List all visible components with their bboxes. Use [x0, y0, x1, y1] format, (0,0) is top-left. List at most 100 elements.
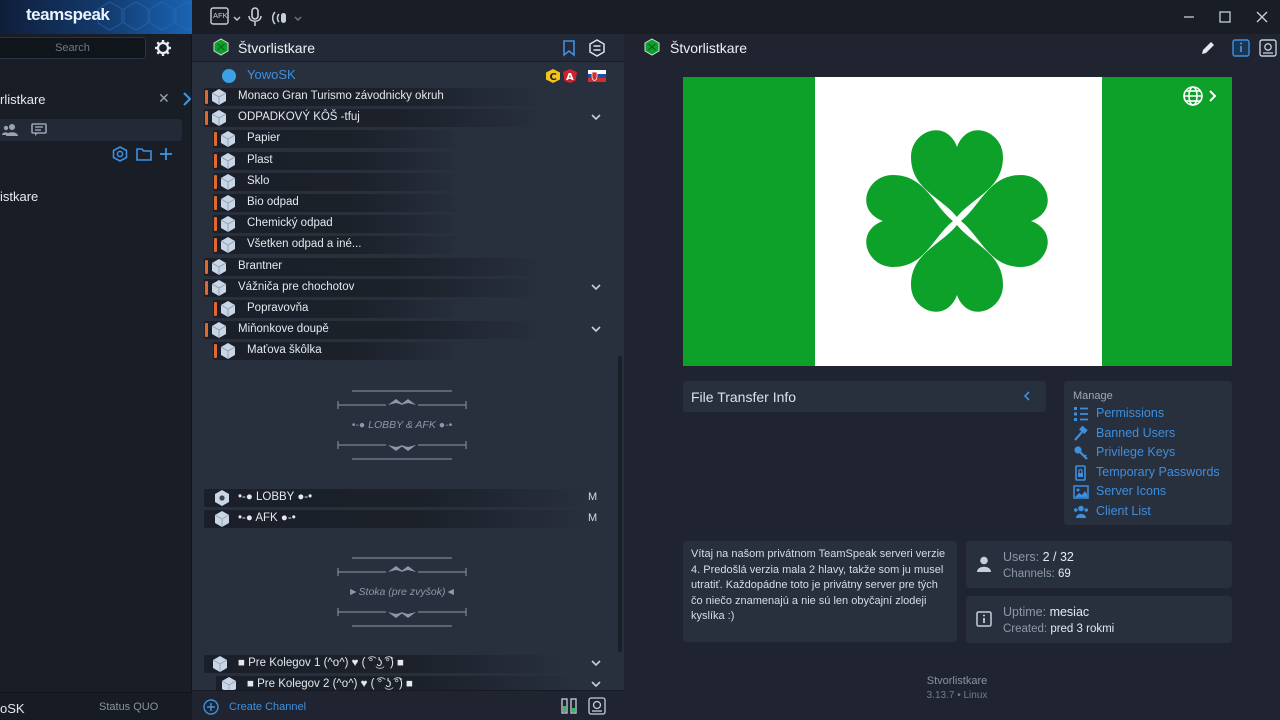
channel-row[interactable]: Plast	[204, 151, 616, 171]
server-tab[interactable]: rlistkare ✕	[0, 88, 180, 112]
spacer-lobby-afk[interactable]: •-● LOBBY & AFK ●-•	[332, 419, 472, 431]
users-stats: Users: 2 / 32 Channels: 69	[966, 541, 1232, 588]
tree-scrollbar[interactable]	[618, 356, 622, 652]
channel-row[interactable]: Maťova škôlka	[204, 341, 616, 361]
channel-row[interactable]: Všetken odpad a iné...	[204, 235, 616, 255]
image-icon	[1073, 485, 1089, 499]
svg-text:A: A	[566, 72, 574, 83]
channel-marker	[205, 111, 208, 126]
channel-icon	[211, 322, 227, 339]
spacer-stoka[interactable]: ►Stoka (pre zvyšok)◄	[332, 586, 472, 598]
server-menu-icon[interactable]	[588, 39, 606, 57]
transfer-icon[interactable]	[560, 697, 578, 715]
speaker-button[interactable]	[272, 6, 306, 28]
channel-afk[interactable]: •-● AFK ●-• M	[204, 509, 616, 529]
channel-lobby[interactable]: •-● LOBBY ●-• M	[204, 488, 616, 508]
channel-label: Brantner	[238, 259, 283, 272]
collapse-arrow-icon[interactable]	[183, 92, 191, 106]
channel-marker	[214, 174, 217, 189]
manage-privilege-keys[interactable]: Privilege Keys	[1073, 444, 1231, 462]
channel-colleagues-1[interactable]: ■ Pre Kolegov 1 (^o^) ♥ ( ͡° ͜ʖ ͡°) ■	[204, 654, 616, 674]
server-banner[interactable]	[683, 77, 1232, 366]
chevron-down-icon[interactable]	[590, 678, 602, 690]
server-icon	[644, 38, 660, 56]
bookmark-item[interactable]: istkare	[0, 189, 38, 204]
settings-button[interactable]	[152, 38, 174, 58]
close-tab-button[interactable]: ✕	[158, 90, 170, 107]
channel-icon	[220, 216, 236, 233]
own-nickname[interactable]: oSK	[0, 701, 25, 716]
manage-permissions[interactable]: Permissions	[1073, 405, 1231, 423]
chevron-down-icon[interactable]	[590, 111, 602, 123]
channel-icon	[211, 279, 227, 296]
created-value: pred 3 rokmi	[1050, 623, 1115, 635]
channel-tree: YowoSK C A Monaco Gran Turismo závodnick…	[192, 62, 624, 690]
uptime-key: Uptime:	[1003, 605, 1047, 619]
gear-icon	[155, 40, 171, 56]
window-controls	[1172, 6, 1280, 28]
channel-colleagues-2[interactable]: ■ Pre Kolegov 2 (^o^) ♥ ( ͡° ͜ʖ ͡°) ■	[204, 675, 616, 690]
server-view-icon[interactable]	[1258, 38, 1278, 58]
folder-icon[interactable]	[136, 146, 152, 162]
server-icon[interactable]	[112, 146, 128, 162]
client-status-icon	[222, 69, 236, 83]
manage-banned-users[interactable]: Banned Users	[1073, 425, 1231, 443]
channel-info-icon[interactable]	[588, 697, 606, 715]
channel-marker	[214, 344, 217, 359]
manage-temporary-passwords[interactable]: Temporary Passwords	[1073, 464, 1231, 482]
footer-server-name: Stvorlistkare	[926, 675, 988, 687]
microphone-icon	[248, 7, 262, 26]
channel-row[interactable]: Sklo	[204, 172, 616, 192]
status-text[interactable]: Status QUO	[99, 701, 158, 713]
server-tab-label: rlistkare	[0, 92, 46, 107]
channel-icon	[211, 258, 227, 275]
afk-button[interactable]: AFK	[210, 6, 242, 28]
file-transfer-info[interactable]: File Transfer Info	[683, 381, 1046, 412]
channel-label: ODPADKOVÝ KÔŠ -tfuj	[238, 111, 360, 124]
tree-server-name[interactable]: Štvorlistkare	[238, 40, 315, 56]
chevron-down-icon[interactable]	[590, 657, 602, 669]
client-row[interactable]: YowoSK C A	[204, 66, 616, 86]
channel-icon	[220, 195, 236, 211]
channel-row[interactable]: Brantner	[204, 257, 616, 277]
manage-server-icons[interactable]: Server Icons	[1073, 483, 1231, 501]
manage-label: Client List	[1096, 504, 1151, 518]
created-key: Created:	[1003, 623, 1048, 635]
channel-row[interactable]: Popravovňa	[204, 299, 616, 319]
user-icon	[977, 556, 991, 572]
channel-marker	[205, 323, 208, 338]
tab-icons-bar	[0, 119, 182, 141]
chat-icon[interactable]	[31, 122, 47, 138]
channel-row[interactable]: Bio odpad	[204, 193, 616, 213]
close-window-icon[interactable]	[1253, 8, 1271, 26]
channel-label: Miňonkove doupě	[238, 323, 329, 336]
chevron-left-icon[interactable]	[1021, 390, 1033, 402]
manage-client-list[interactable]: Client List	[1073, 503, 1231, 521]
users-value: 2 / 32	[1042, 550, 1074, 564]
badge-c-icon: C	[546, 69, 560, 83]
channel-row[interactable]: ODPADKOVÝ KÔŠ -tfuj	[204, 108, 616, 128]
search-input[interactable]: Search	[0, 37, 146, 59]
add-icon[interactable]	[158, 146, 174, 162]
channel-row[interactable]: Miňonkove doupě	[204, 320, 616, 340]
info-toggle-icon[interactable]	[1231, 38, 1251, 58]
chevron-down-icon[interactable]	[590, 323, 602, 335]
minimize-icon[interactable]	[1180, 8, 1198, 26]
create-channel-button[interactable]: Create Channel	[229, 701, 306, 713]
badge-a-icon: A	[563, 69, 577, 83]
manage-label: Banned Users	[1096, 426, 1176, 440]
microphone-button[interactable]	[246, 6, 264, 28]
chevron-down-icon[interactable]	[590, 281, 602, 293]
maximize-icon[interactable]	[1216, 8, 1234, 26]
channel-marker	[214, 196, 217, 210]
channel-row[interactable]: Papier	[204, 129, 616, 149]
bookmark-icon[interactable]	[560, 39, 578, 57]
channels-line: Channels: 69	[1003, 568, 1071, 580]
users-icon[interactable]	[2, 122, 18, 138]
channel-row[interactable]: Monaco Gran Turismo závodnicky okruh	[204, 87, 616, 107]
channel-row[interactable]: Vážniča pre chochotov	[204, 278, 616, 298]
add-channel-icon[interactable]	[203, 699, 219, 715]
edit-icon[interactable]	[1198, 38, 1218, 58]
permissions-icon	[1074, 407, 1088, 421]
channel-row[interactable]: Chemický odpad	[204, 214, 616, 234]
